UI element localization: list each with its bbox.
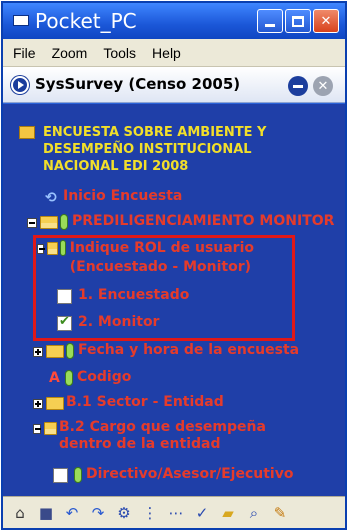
redo-icon[interactable]: ↷ [87, 502, 109, 524]
search-icon[interactable]: ⌕ [243, 502, 265, 524]
root-label: ENCUESTA SOBRE AMBIENTE Y DESEMPEÑO INST… [43, 125, 267, 174]
minimize-button[interactable] [257, 9, 283, 33]
save-icon[interactable]: ■ [35, 502, 57, 524]
tree-node-fecha[interactable]: Fecha y hora de la encuesta [33, 342, 299, 359]
tree-icon[interactable]: ⋮ [139, 502, 161, 524]
maximize-button[interactable] [285, 9, 311, 33]
app-title: SysSurvey (Censo 2005) [35, 75, 241, 93]
green-pill-icon [74, 467, 82, 483]
app-minimize-button[interactable] [288, 76, 308, 96]
collapse-icon[interactable] [33, 424, 41, 434]
folder-icon[interactable]: ▰ [217, 502, 239, 524]
expand-icon[interactable] [33, 399, 43, 409]
close-button[interactable]: ✕ [313, 9, 339, 33]
window-icon [13, 15, 29, 26]
start-arrow-icon: ⟲ [45, 190, 57, 206]
tree-node-directivo[interactable]: Directivo/Asesor/Ejecutivo [53, 466, 293, 483]
window-title: Pocket_PC [35, 9, 137, 33]
menu-file[interactable]: File [13, 45, 36, 61]
survey-tree: ENCUESTA SOBRE AMBIENTE Y DESEMPEÑO INST… [3, 104, 345, 496]
menu-tools[interactable]: Tools [103, 45, 136, 61]
menu-zoom[interactable]: Zoom [52, 45, 88, 61]
tree-node-cargo[interactable]: B.2 Cargo que desempeña dentro de la ent… [33, 419, 323, 453]
app-start-icon[interactable] [11, 76, 29, 94]
maximize-icon [292, 15, 304, 27]
home-icon[interactable]: ⌂ [9, 502, 31, 524]
node-label: Inicio Encuesta [63, 188, 183, 204]
close-icon: ✕ [317, 78, 329, 94]
tree-node-codigo[interactable]: A Codigo [49, 369, 131, 386]
tool-icon[interactable]: ⚙ [113, 502, 135, 524]
check-icon[interactable]: ✓ [191, 502, 213, 524]
pocket-pc-window: Pocket_PC ✕ File Zoom Tools Help SysSurv… [1, 1, 347, 530]
tree-node-inicio[interactable]: ⟲ Inicio Encuesta [45, 188, 183, 206]
menu-bar: File Zoom Tools Help [3, 39, 345, 67]
node-label: PREDILIGENCIAMIENTO MONITOR [72, 213, 335, 229]
node-label: Codigo [77, 369, 132, 385]
title-bar: Pocket_PC ✕ [3, 3, 345, 39]
root-folder-icon [19, 126, 35, 139]
node-label: Fecha y hora de la encuesta [78, 342, 300, 358]
close-icon: ✕ [320, 13, 332, 29]
node-label: B.1 Sector - Entidad [66, 394, 224, 410]
green-pill-icon [60, 214, 68, 230]
selection-highlight [33, 235, 295, 341]
bottom-toolbar: ⌂ ■ ↶ ↷ ⚙ ⋮ ⋯ ✓ ▰ ⌕ ✎ [3, 496, 345, 528]
network-icon[interactable]: ⋯ [165, 502, 187, 524]
node-label: Directivo/Asesor/Ejecutivo [86, 466, 294, 482]
folder-icon [46, 397, 64, 410]
app-close-button[interactable]: ✕ [313, 76, 333, 96]
green-pill-icon [65, 370, 73, 386]
checkbox-directivo[interactable] [53, 468, 68, 483]
tree-node-sector[interactable]: B.1 Sector - Entidad [33, 394, 224, 410]
tree-root[interactable]: ENCUESTA SOBRE AMBIENTE Y DESEMPEÑO INST… [19, 124, 319, 175]
text-field-icon: A [49, 370, 60, 386]
collapse-icon[interactable] [27, 218, 37, 228]
menu-help[interactable]: Help [152, 45, 181, 61]
node-label: B.2 Cargo que desempeña dentro de la ent… [58, 419, 266, 452]
undo-icon[interactable]: ↶ [61, 502, 83, 524]
folder-icon [46, 345, 64, 358]
green-pill-icon [66, 343, 74, 359]
app-header: SysSurvey (Censo 2005) ✕ [3, 67, 345, 103]
minus-icon [293, 84, 303, 88]
tree-node-prediligenciamiento[interactable]: PREDILIGENCIAMIENTO MONITOR [27, 213, 334, 230]
folder-open-icon [40, 216, 58, 229]
minimize-icon [265, 23, 275, 27]
expand-icon[interactable] [33, 347, 43, 357]
folder-open-icon [43, 422, 57, 435]
edit-icon[interactable]: ✎ [269, 502, 291, 524]
